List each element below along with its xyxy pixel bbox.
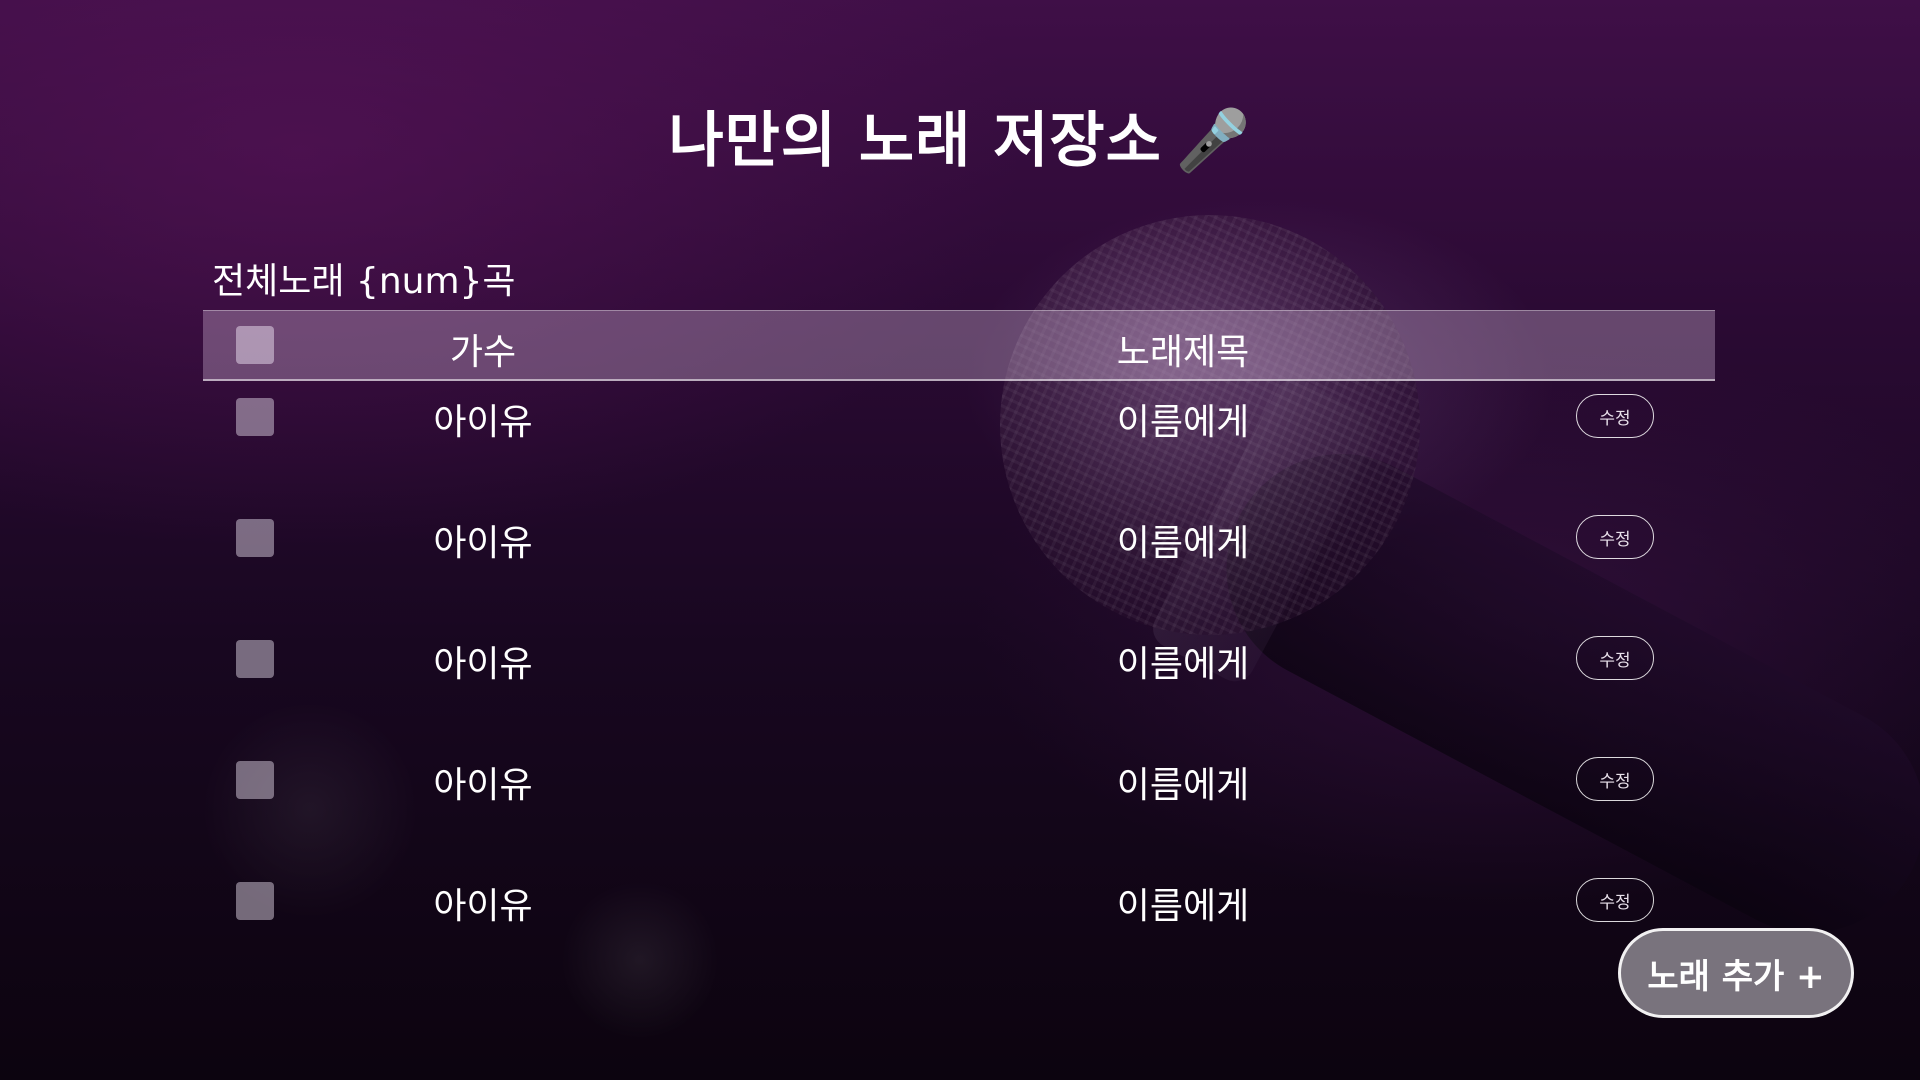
column-header-song-title: 노래제목 bbox=[1116, 332, 1250, 373]
song-title-cell: 이름에게 bbox=[1116, 644, 1250, 685]
page-title-text: 나만의 노래 저장소 bbox=[668, 106, 1162, 176]
edit-button[interactable]: 수정 bbox=[1576, 394, 1654, 438]
artist-cell: 아이유 bbox=[433, 523, 533, 564]
edit-button[interactable]: 수정 bbox=[1576, 757, 1654, 801]
song-table: 가수 노래제목 아이유 이름에게 수정 아이유 이름에게 수정 아이유 이름에게… bbox=[203, 310, 1715, 986]
edit-button[interactable]: 수정 bbox=[1576, 878, 1654, 922]
table-row: 아이유 이름에게 수정 bbox=[203, 502, 1715, 623]
song-title-cell: 이름에게 bbox=[1116, 765, 1250, 806]
row-checkbox[interactable] bbox=[236, 882, 274, 920]
artist-cell: 아이유 bbox=[433, 886, 533, 927]
table-header-row: 가수 노래제목 bbox=[203, 310, 1715, 381]
column-header-artist: 가수 bbox=[449, 332, 517, 373]
microphone-icon: 🎤 bbox=[1175, 106, 1252, 176]
table-row: 아이유 이름에게 수정 bbox=[203, 381, 1715, 502]
edit-button[interactable]: 수정 bbox=[1576, 636, 1654, 680]
table-row: 아이유 이름에게 수정 bbox=[203, 623, 1715, 744]
row-checkbox[interactable] bbox=[236, 398, 274, 436]
page-title: 나만의 노래 저장소 🎤 bbox=[0, 92, 1920, 179]
song-title-cell: 이름에게 bbox=[1116, 523, 1250, 564]
song-count-label: 전체노래 {num}곡 bbox=[212, 261, 516, 302]
artist-cell: 아이유 bbox=[433, 402, 533, 443]
edit-button[interactable]: 수정 bbox=[1576, 515, 1654, 559]
select-all-checkbox[interactable] bbox=[236, 326, 274, 364]
table-row: 아이유 이름에게 수정 bbox=[203, 865, 1715, 986]
song-title-cell: 이름에게 bbox=[1116, 402, 1250, 443]
row-checkbox[interactable] bbox=[236, 519, 274, 557]
row-checkbox[interactable] bbox=[236, 640, 274, 678]
artist-cell: 아이유 bbox=[433, 765, 533, 806]
song-title-cell: 이름에게 bbox=[1116, 886, 1250, 927]
add-song-button[interactable]: 노래 추가 + bbox=[1618, 928, 1854, 1018]
table-row: 아이유 이름에게 수정 bbox=[203, 744, 1715, 865]
row-checkbox[interactable] bbox=[236, 761, 274, 799]
artist-cell: 아이유 bbox=[433, 644, 533, 685]
